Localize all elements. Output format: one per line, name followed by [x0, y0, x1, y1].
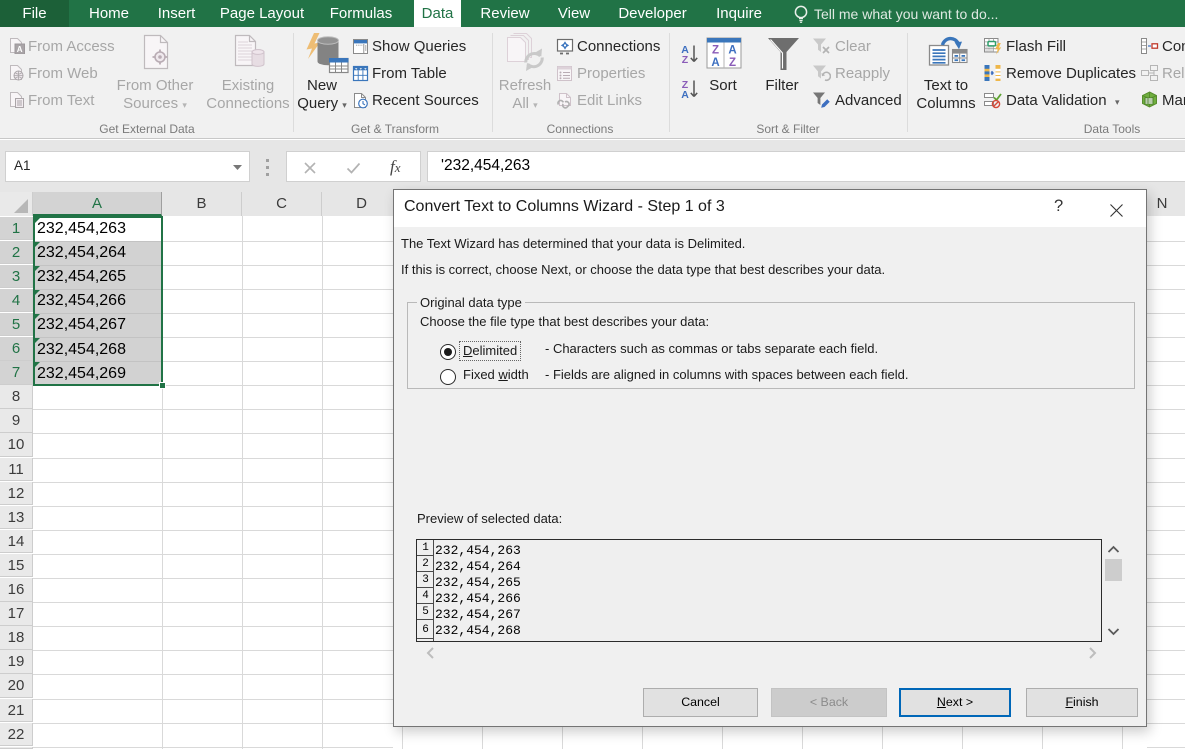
svg-text:A: A: [728, 45, 736, 57]
svg-text:Z: Z: [682, 54, 689, 65]
svg-text:Z: Z: [729, 57, 736, 69]
svg-text:A: A: [17, 45, 23, 54]
svg-text:Z: Z: [712, 45, 719, 57]
svg-text:A: A: [711, 57, 719, 69]
